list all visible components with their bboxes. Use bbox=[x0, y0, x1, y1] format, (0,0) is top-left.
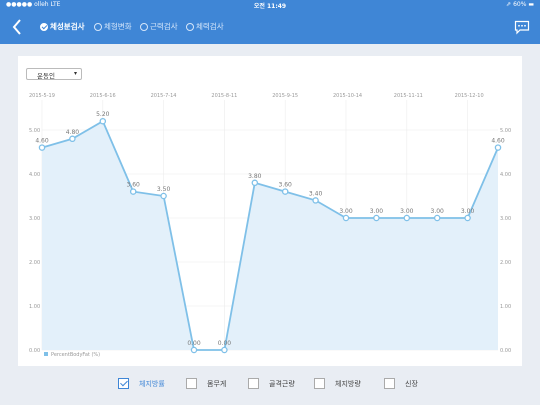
y-tick-label-right: 2.00 bbox=[500, 260, 511, 266]
data-label: 3.80 bbox=[248, 173, 262, 180]
data-label: 3.50 bbox=[157, 186, 171, 193]
y-tick-label-right: 5.00 bbox=[500, 128, 511, 134]
y-tick-label-right: 0.00 bbox=[500, 348, 511, 354]
data-point bbox=[190, 346, 198, 354]
data-point bbox=[281, 188, 289, 195]
y-tick-label-left: 5.00 bbox=[29, 128, 40, 134]
data-point bbox=[464, 214, 471, 222]
x-tick-label: 2015-8-11 bbox=[211, 93, 237, 99]
body-fat-line-chart: 0.00 0.00 1.00 1.00 2.00 2.00 3.00 3.00 4.00 4.00… bbox=[29, 93, 511, 358]
x-tick-label: 2015-7-14 bbox=[151, 93, 177, 99]
data-point bbox=[129, 188, 137, 195]
y-tick-label-left: 4.00 bbox=[29, 172, 40, 178]
checkbox-label: 신장 bbox=[405, 379, 418, 388]
data-point bbox=[99, 117, 107, 125]
checkbox-body-fat-rate[interactable]: 체지방률 bbox=[118, 378, 165, 389]
checkbox-label: 몸무게 bbox=[207, 379, 227, 388]
y-tick-label-left: 0.00 bbox=[29, 348, 40, 354]
data-label: 4.80 bbox=[66, 129, 80, 136]
series-area bbox=[42, 121, 498, 350]
data-point bbox=[69, 135, 76, 143]
x-tick-label: 2015-12-10 bbox=[455, 93, 484, 99]
checkbox-skeletal-muscle[interactable]: 골격근량 bbox=[248, 378, 295, 389]
data-label: 0.00 bbox=[187, 340, 201, 347]
checkbox-weight[interactable]: 몸무게 bbox=[186, 378, 226, 389]
data-point bbox=[160, 192, 167, 200]
checkbox-label: 골격근량 bbox=[269, 379, 295, 388]
data-label: 3.00 bbox=[370, 208, 384, 215]
y-tick-label-left: 3.00 bbox=[29, 216, 40, 222]
data-label: 3.00 bbox=[339, 208, 353, 215]
checkbox-label: 체지방량 bbox=[335, 379, 361, 388]
data-label: 3.00 bbox=[461, 208, 475, 215]
y-tick-label-left: 1.00 bbox=[29, 304, 40, 310]
x-tick-label: 2015-10-14 bbox=[333, 93, 362, 99]
data-point bbox=[373, 214, 380, 222]
x-tick-label: 2015-5-19 bbox=[29, 93, 55, 99]
y-tick-label-right: 3.00 bbox=[500, 216, 511, 222]
data-point bbox=[494, 144, 502, 151]
data-point bbox=[38, 144, 46, 151]
data-label: 5.20 bbox=[96, 111, 110, 118]
x-tick-label: 2015-6-16 bbox=[90, 93, 116, 99]
checkbox-height[interactable]: 신장 bbox=[384, 378, 418, 389]
data-label: 3.40 bbox=[309, 190, 323, 197]
data-point bbox=[251, 179, 259, 187]
data-point bbox=[221, 346, 228, 354]
legend-label: PercentBodyFat (%) bbox=[51, 352, 100, 358]
data-label: 4.60 bbox=[491, 138, 505, 145]
data-point bbox=[403, 214, 411, 222]
y-tick-label-right: 4.00 bbox=[500, 172, 511, 178]
data-label: 3.00 bbox=[400, 208, 414, 215]
checkbox-body-fat-mass[interactable]: 체지방량 bbox=[314, 378, 361, 389]
data-point bbox=[312, 197, 319, 204]
checkbox-icon bbox=[118, 378, 129, 389]
metric-checkbox-group: 체지방률 몸무게 골격근량 체지방량 신장 bbox=[0, 378, 540, 394]
data-label: 3.60 bbox=[127, 182, 141, 189]
data-label: 4.60 bbox=[35, 138, 49, 145]
x-tick-label: 2015-11-11 bbox=[394, 93, 423, 99]
y-tick-label-left: 2.00 bbox=[29, 260, 40, 266]
checkbox-icon bbox=[186, 378, 197, 389]
checkbox-icon bbox=[248, 378, 259, 389]
checkbox-label: 체지방률 bbox=[139, 379, 165, 388]
checkbox-icon bbox=[384, 378, 395, 389]
data-point bbox=[433, 214, 441, 222]
checkbox-icon bbox=[314, 378, 325, 389]
data-point bbox=[342, 214, 350, 222]
y-tick-label-right: 1.00 bbox=[500, 304, 511, 310]
data-label: 3.00 bbox=[431, 208, 445, 215]
x-tick-label: 2015-9-15 bbox=[272, 93, 298, 99]
legend-swatch bbox=[44, 352, 48, 356]
data-label: 3.60 bbox=[279, 182, 293, 189]
data-label: 0.00 bbox=[218, 340, 232, 347]
